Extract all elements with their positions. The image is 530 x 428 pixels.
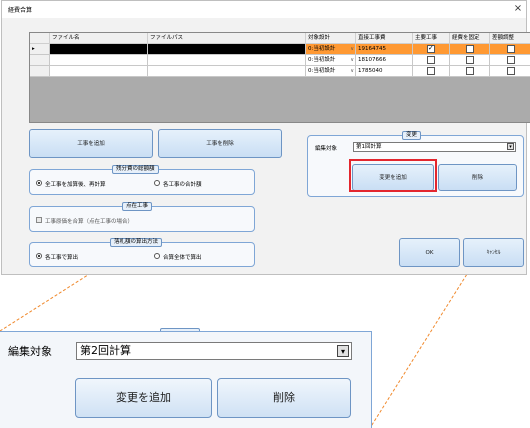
each-work-calc-radio[interactable] — [36, 253, 42, 259]
bid-method-title: 落札額の算出方法 — [110, 238, 163, 247]
expense-merge-dialog: 経費合算 × ファイル名 ファイルパス 対象設計 直接工事費 主要工事 経費を固… — [1, 0, 530, 275]
total-calc-label: 合算全体で算出 — [163, 255, 202, 261]
diff-adjust-checkbox[interactable] — [507, 45, 515, 53]
close-icon[interactable]: × — [512, 2, 524, 16]
merge-cost-label: 工事原価を合算（点在工事の場合） — [45, 219, 134, 225]
fix-expense-checkbox[interactable] — [466, 45, 474, 53]
target-design-select[interactable]: 0:当初設計 ∨ — [306, 66, 356, 77]
add-work-button[interactable]: 工事を追加 — [29, 129, 153, 158]
chevron-down-icon[interactable]: ∨ — [350, 66, 354, 76]
fix-expense-checkbox[interactable] — [466, 56, 474, 64]
row-marker — [30, 55, 50, 66]
target-design-value: 0:当初設計 — [308, 57, 336, 63]
header-diff-adjust[interactable]: 差額調整 — [490, 33, 530, 44]
dialog-title: 経費合算 — [8, 7, 33, 14]
header-file-path[interactable]: ファイルパス — [148, 33, 306, 44]
chevron-down-icon[interactable]: ▾ — [507, 143, 514, 150]
file-path-cell — [148, 66, 306, 77]
table-row[interactable]: 0:当初設計 ∨ 1785040 — [30, 66, 530, 77]
header-main-work[interactable]: 主要工事 — [413, 33, 450, 44]
header-fix-expense[interactable]: 経費を固定 — [450, 33, 490, 44]
main-work-cell — [413, 55, 450, 66]
zoom-edit-target-label: 編集対象 — [8, 345, 52, 358]
target-design-value: 0:当初設計 — [308, 46, 336, 52]
direct-cost-cell: 19164745 — [356, 44, 413, 55]
row-marker: ▸ — [30, 44, 50, 55]
edit-target-value: 第1回計算 — [356, 144, 382, 150]
zoom-add-change-button[interactable]: 変更を追加 — [75, 378, 212, 418]
header-corner — [30, 33, 50, 44]
chevron-down-icon[interactable]: ∨ — [350, 44, 354, 54]
ok-button[interactable]: OK — [399, 238, 460, 267]
header-file-name[interactable]: ファイル名 — [50, 33, 148, 44]
fix-expense-cell — [450, 44, 490, 55]
diff-adjust-cell — [490, 55, 530, 66]
change-title: 変更 — [402, 131, 422, 140]
zoom-edit-target-select[interactable]: 第2回計算 ▾ — [76, 342, 352, 360]
highlight-box — [349, 159, 437, 192]
expense-calc-title: 残分費の総額額 — [112, 165, 159, 174]
direct-cost-cell: 1785040 — [356, 66, 413, 77]
table-row[interactable]: 0:当初設計 ∨ 18107666 — [30, 55, 530, 66]
main-work-cell — [413, 44, 450, 55]
target-design-select[interactable]: 0:当初設計 ∨ — [306, 44, 356, 55]
chevron-down-icon[interactable]: ∨ — [350, 55, 354, 65]
file-name-cell — [50, 44, 148, 55]
all-work-radio[interactable] — [36, 180, 42, 186]
direct-cost-cell: 18107666 — [356, 55, 413, 66]
fix-expense-cell — [450, 55, 490, 66]
work-point-group: 点在工事 工事原価を合算（点在工事の場合） — [29, 202, 255, 232]
merge-cost-checkbox[interactable] — [36, 217, 42, 223]
file-name-cell — [50, 66, 148, 77]
file-path-cell — [148, 55, 306, 66]
work-point-title: 点在工事 — [122, 202, 153, 211]
cancel-button[interactable]: ｷｬﾝｾﾙ — [463, 238, 524, 267]
delete-work-button[interactable]: 工事を削除 — [158, 129, 282, 158]
all-work-label: 全工事を加算後、再計算 — [45, 182, 106, 188]
fix-expense-cell — [450, 66, 490, 77]
work-grid[interactable]: ファイル名 ファイルパス 対象設計 直接工事費 主要工事 経費を固定 差額調整 … — [29, 32, 530, 123]
each-work-label: 各工事の合計額 — [163, 182, 202, 188]
chevron-down-icon[interactable]: ▾ — [337, 345, 349, 357]
edit-target-select[interactable]: 第1回計算 ▾ — [353, 142, 516, 152]
total-calc-radio[interactable] — [154, 253, 160, 259]
grid-header-row: ファイル名 ファイルパス 対象設計 直接工事費 主要工事 経費を固定 差額調整 — [30, 33, 530, 44]
expense-calc-group: 残分費の総額額 全工事を加算後、再計算 各工事の合計額 — [29, 165, 255, 195]
title-bar: 経費合算 × — [2, 1, 526, 18]
file-name-cell — [50, 55, 148, 66]
delete-change-button[interactable]: 削除 — [438, 164, 517, 191]
zoomed-change-panel: 編集対象 第2回計算 ▾ 変更を追加 削除 — [0, 331, 372, 428]
each-work-calc-label: 各工事で算出 — [45, 255, 79, 261]
fix-expense-checkbox[interactable] — [466, 67, 474, 75]
bid-method-group: 落札額の算出方法 各工事で算出 合算全体で算出 — [29, 238, 255, 267]
row-marker — [30, 66, 50, 77]
target-design-select[interactable]: 0:当初設計 ∨ — [306, 55, 356, 66]
header-target-design[interactable]: 対象設計 — [306, 33, 356, 44]
main-work-checkbox[interactable] — [427, 67, 435, 75]
edit-target-label: 編集対象 — [315, 146, 338, 152]
target-design-value: 0:当初設計 — [308, 68, 336, 74]
each-work-radio[interactable] — [154, 180, 160, 186]
diff-adjust-cell — [490, 66, 530, 77]
diff-adjust-cell — [490, 44, 530, 55]
header-direct-cost[interactable]: 直接工事費 — [356, 33, 413, 44]
zoom-edit-target-value: 第2回計算 — [80, 344, 131, 357]
diff-adjust-checkbox[interactable] — [507, 56, 515, 64]
main-work-checkbox[interactable] — [427, 44, 435, 53]
table-row[interactable]: ▸ 0:当初設計 ∨ 19164745 — [30, 44, 530, 55]
main-work-cell — [413, 66, 450, 77]
file-path-cell — [148, 44, 306, 55]
main-work-checkbox[interactable] — [427, 56, 435, 64]
zoom-delete-button[interactable]: 削除 — [217, 378, 351, 418]
diff-adjust-checkbox[interactable] — [507, 67, 515, 75]
